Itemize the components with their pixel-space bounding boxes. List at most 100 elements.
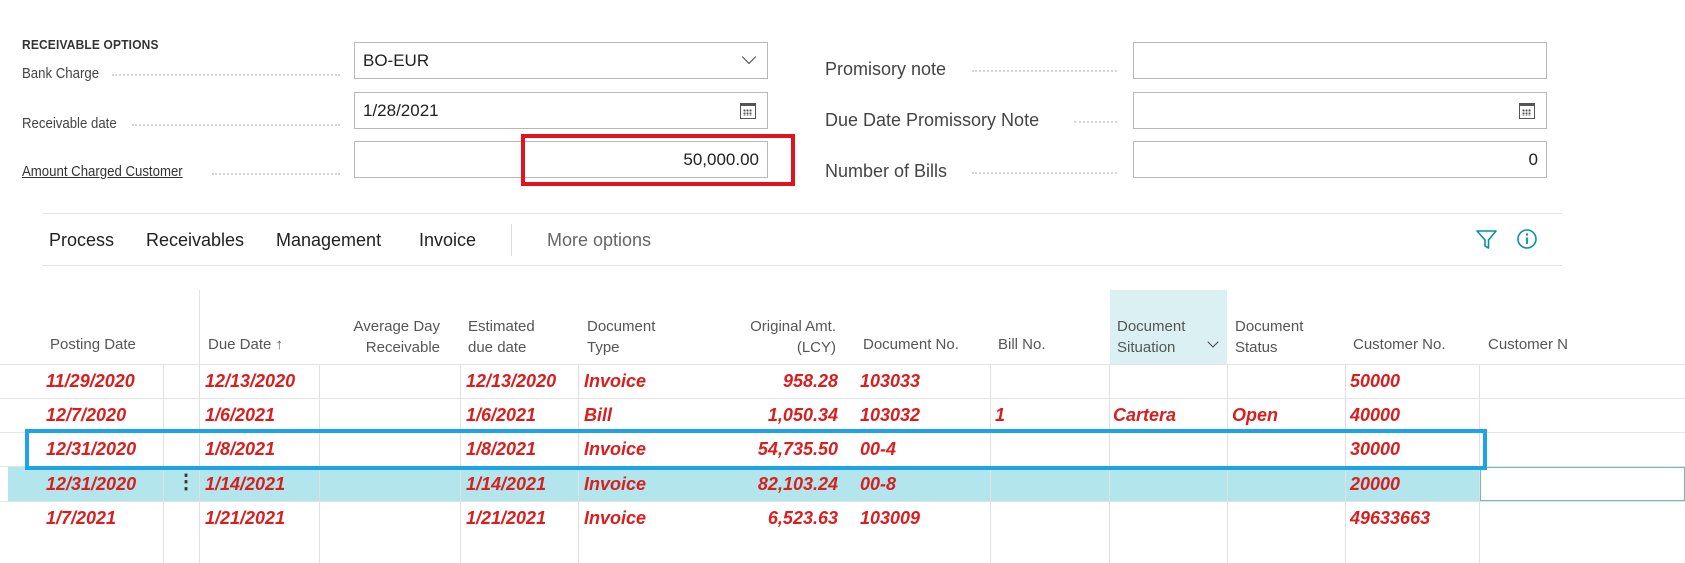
header-line: (LCY) <box>796 339 836 356</box>
col-header-bill-no[interactable]: Bill No. <box>998 334 1046 355</box>
col-header-original-amt[interactable]: Original Amt. (LCY) <box>715 316 836 358</box>
col-header-posting-date[interactable]: Posting Date <box>50 334 136 355</box>
cell-posting-date: 11/29/2020 <box>46 371 135 391</box>
cell-document-type: Bill <box>584 405 613 425</box>
receivable-date-label: Receivable date <box>22 115 117 132</box>
col-header-customer-no[interactable]: Customer No. <box>1353 334 1446 355</box>
bank-charge-select[interactable]: BO-EUR <box>354 42 768 79</box>
col-header-document-status[interactable]: Document Status <box>1235 316 1303 358</box>
table-row[interactable]: 11/29/2020 12/13/2020 12/13/2020 Invoice… <box>0 370 1685 394</box>
column-separator <box>199 290 200 364</box>
leader-dots <box>972 172 1117 174</box>
header-line: Estimated <box>468 318 535 335</box>
table-row[interactable]: 12/7/2020 1/6/2021 1/6/2021 Bill 1,050.3… <box>0 404 1685 428</box>
action-process[interactable]: Process <box>49 230 114 251</box>
action-invoice[interactable]: Invoice <box>419 230 476 251</box>
col-header-average-day[interactable]: Average Day Receivable <box>330 316 440 358</box>
promissory-note-label: Promisory note <box>825 59 947 79</box>
col-header-estimated-due-date[interactable]: Estimated due date <box>468 316 535 358</box>
highlight-box-red <box>521 134 795 186</box>
action-bar-bottom-divider <box>42 265 1562 266</box>
table-row[interactable]: 12/31/2020 ⋮ 1/14/2021 1/14/2021 Invoice… <box>0 471 1685 497</box>
highlight-box-blue <box>25 429 1487 470</box>
header-line: Situation <box>1117 339 1176 356</box>
leader-dots <box>132 124 340 126</box>
action-separator <box>511 224 512 256</box>
header-line: Status <box>1235 339 1278 356</box>
col-header-document-type[interactable]: Document Type <box>587 316 655 358</box>
table-row[interactable]: 1/7/2021 1/21/2021 1/21/2021 Invoice 6,5… <box>0 507 1685 531</box>
cell-document-no: 103032 <box>860 405 921 425</box>
leader-dots <box>1074 121 1117 123</box>
col-header-document-no[interactable]: Document No. <box>863 334 959 355</box>
col-header-customer-name[interactable]: Customer N <box>1488 334 1568 355</box>
col-header-due-date[interactable]: Due Date ↑ <box>208 334 283 355</box>
receivable-date-field[interactable]: 1/28/2021 <box>354 92 768 129</box>
cell-customer-no: 49633663 <box>1350 508 1431 528</box>
leader-dots <box>212 173 340 175</box>
cell-original-amt: 958.28 <box>782 371 838 391</box>
cell-original-amt: 1,050.34 <box>767 405 838 425</box>
cell-customer-no: 50000 <box>1350 371 1401 391</box>
header-line: Average Day <box>353 318 440 335</box>
header-line: Document <box>1235 318 1304 335</box>
action-bar-top-divider <box>42 213 1562 214</box>
promissory-note-field[interactable] <box>1133 42 1547 79</box>
header-line: Document <box>587 318 656 335</box>
cell-customer-no: 20000 <box>1350 474 1401 494</box>
header-line: Type <box>587 339 620 356</box>
amount-charged-label[interactable]: Amount Charged Customer <box>22 163 183 180</box>
section-title: RECEIVABLE OPTIONS <box>22 37 159 52</box>
cell-due-date: 12/13/2020 <box>205 371 296 391</box>
cell-posting-date: 12/31/2020 <box>46 474 137 494</box>
action-more-options[interactable]: More options <box>547 230 651 251</box>
row-divider <box>0 364 1685 365</box>
due-date-promissory-field[interactable] <box>1133 92 1547 129</box>
row-divider <box>0 501 1685 502</box>
row-menu-icon[interactable]: ⋮ <box>176 469 196 494</box>
cell-document-type: Invoice <box>584 371 647 391</box>
chevron-down-icon[interactable] <box>741 49 757 65</box>
cell-document-no: 103033 <box>860 371 921 391</box>
cell-document-situation: Cartera <box>1113 405 1177 425</box>
cell-document-type: Invoice <box>584 474 647 494</box>
cell-original-amt: 6,523.63 <box>767 508 838 528</box>
header-line: Receivable <box>365 339 440 356</box>
header-line: Document <box>1117 318 1186 335</box>
cell-estimated-due-date: 12/13/2020 <box>466 371 557 391</box>
action-receivables[interactable]: Receivables <box>146 230 244 251</box>
cell-estimated-due-date: 1/14/2021 <box>466 474 547 494</box>
filter-icon[interactable] <box>1475 229 1499 251</box>
number-of-bills-field[interactable]: 0 <box>1133 141 1547 178</box>
cell-estimated-due-date: 1/21/2021 <box>466 508 547 528</box>
leader-dots <box>972 70 1117 72</box>
leader-dots <box>112 74 340 76</box>
cell-customer-no: 40000 <box>1350 405 1401 425</box>
action-management[interactable]: Management <box>276 230 381 251</box>
cell-due-date: 1/14/2021 <box>205 474 286 494</box>
cell-document-status: Open <box>1232 405 1279 425</box>
cell-due-date: 1/6/2021 <box>205 405 276 425</box>
number-of-bills-label: Number of Bills <box>825 161 948 181</box>
number-of-bills-value: 0 <box>1528 150 1538 169</box>
cell-posting-date: 12/7/2020 <box>46 405 127 425</box>
cell-document-type: Invoice <box>584 508 647 528</box>
col-header-document-situation[interactable]: Document Situation <box>1117 316 1185 358</box>
calendar-icon[interactable] <box>740 103 756 119</box>
cell-document-no: 103009 <box>860 508 921 528</box>
bank-charge-value: BO-EUR <box>363 51 430 70</box>
header-line: due date <box>468 339 527 356</box>
cell-document-no: 00-8 <box>860 474 897 494</box>
cell-estimated-due-date: 1/6/2021 <box>466 405 537 425</box>
cell-posting-date: 1/7/2021 <box>46 508 117 528</box>
due-date-promissory-label: Due Date Promissory Note <box>825 110 1040 130</box>
cell-bill-no: 1 <box>995 405 1006 425</box>
receivable-date-value: 1/28/2021 <box>363 101 439 120</box>
calendar-icon[interactable] <box>1519 103 1535 119</box>
cell-original-amt: 82,103.24 <box>757 474 838 494</box>
info-icon[interactable] <box>1516 228 1538 250</box>
bank-charge-label: Bank Charge <box>22 65 100 82</box>
header-line: Original Amt. <box>750 318 836 335</box>
cell-due-date: 1/21/2021 <box>205 508 286 528</box>
row-divider <box>0 398 1685 399</box>
